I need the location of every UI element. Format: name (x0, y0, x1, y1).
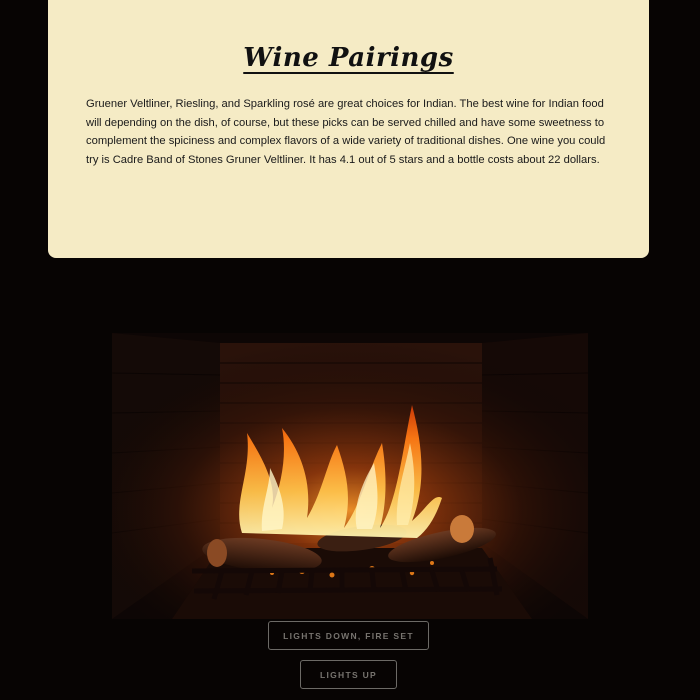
lights-up-button[interactable]: LIGHTS UP (300, 660, 397, 689)
card-body-text: Gruener Veltliner, Riesling, and Sparkli… (86, 98, 606, 166)
lights-down-fire-set-button[interactable]: LIGHTS DOWN, FIRE SET (268, 621, 429, 650)
page: Wine Pairings Gruener Veltliner, Rieslin… (0, 0, 700, 700)
fireplace-video[interactable] (112, 333, 588, 619)
wine-pairing-card: Wine Pairings Gruener Veltliner, Rieslin… (48, 0, 649, 258)
card-title: Wine Pairings (243, 43, 454, 73)
fireplace-image (112, 333, 588, 619)
